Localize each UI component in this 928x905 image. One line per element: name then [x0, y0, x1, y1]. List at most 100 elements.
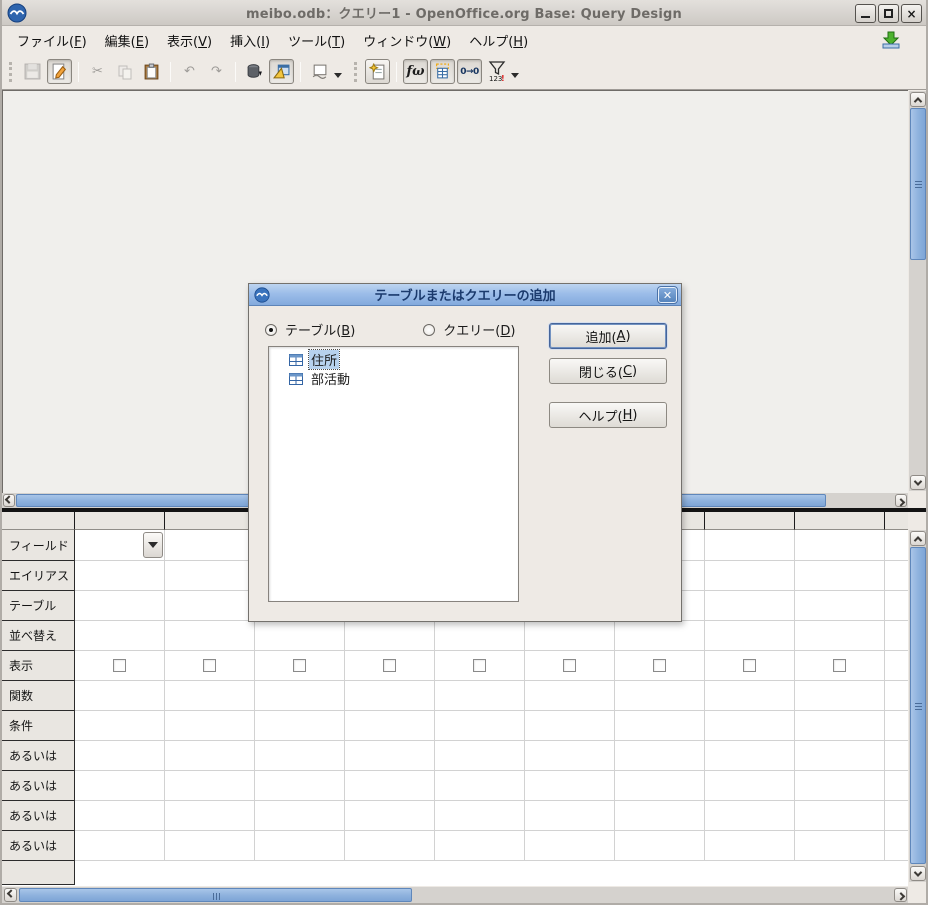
grid-cell[interactable] — [435, 681, 525, 711]
table-name-icon[interactable] — [430, 59, 455, 84]
field-dropdown-icon[interactable] — [143, 532, 163, 558]
scroll-thumb[interactable] — [910, 547, 926, 864]
grid-cell[interactable] — [705, 831, 795, 861]
edit-icon[interactable] — [47, 59, 72, 84]
grid-cell[interactable] — [615, 771, 705, 801]
grid-cell[interactable] — [885, 711, 908, 741]
grid-cell[interactable] — [705, 741, 795, 771]
grid-cell[interactable] — [885, 831, 908, 861]
visible-checkbox[interactable] — [293, 659, 306, 672]
radio-queries[interactable] — [423, 323, 436, 336]
visible-checkbox[interactable] — [113, 659, 126, 672]
scroll-thumb[interactable] — [910, 108, 926, 260]
grid-cell[interactable] — [795, 621, 885, 651]
grid-cell[interactable] — [525, 771, 615, 801]
cut-icon[interactable]: ✂ — [85, 59, 110, 84]
window-titlebar[interactable]: meibo.odb：クエリー1 - OpenOffice.org Base: Q… — [2, 0, 926, 26]
grid-horizontal-scrollbar[interactable] — [2, 887, 908, 903]
scroll-right-button[interactable] — [895, 494, 907, 507]
visible-checkbox[interactable] — [203, 659, 216, 672]
grid-cell[interactable] — [345, 801, 435, 831]
maximize-button[interactable] — [878, 4, 899, 23]
grid-cell[interactable] — [345, 621, 435, 651]
grid-cell[interactable] — [885, 591, 908, 621]
grid-cell[interactable] — [435, 621, 525, 651]
radio-queries-label[interactable]: クエリー(D) — [443, 320, 515, 339]
scroll-up-button[interactable] — [910, 92, 926, 107]
grid-cell[interactable] — [435, 831, 525, 861]
grid-cell[interactable] — [345, 831, 435, 861]
minimize-button[interactable] — [855, 4, 876, 23]
grid-cell[interactable] — [615, 651, 705, 681]
functions-icon[interactable]: fω — [403, 59, 428, 84]
grid-cell[interactable] — [525, 681, 615, 711]
menu-insert[interactable]: 挿入(I) — [221, 27, 279, 54]
grid-cell[interactable] — [705, 591, 795, 621]
radio-tables-label[interactable]: テーブル(B) — [285, 320, 355, 339]
grid-cell[interactable] — [255, 801, 345, 831]
visible-checkbox[interactable] — [563, 659, 576, 672]
list-item[interactable]: 部活動 — [269, 369, 518, 388]
radio-tables[interactable] — [265, 323, 277, 336]
grid-cell[interactable] — [525, 711, 615, 741]
grid-cell[interactable] — [75, 741, 165, 771]
visible-checkbox[interactable] — [653, 659, 666, 672]
paste-icon[interactable] — [139, 59, 164, 84]
grid-cell[interactable] — [615, 741, 705, 771]
help-button[interactable]: ヘルプ(H) — [549, 402, 667, 428]
grid-cell[interactable] — [345, 681, 435, 711]
grid-cell[interactable] — [75, 561, 165, 591]
grid-cell[interactable] — [525, 831, 615, 861]
grid-cell[interactable] — [345, 771, 435, 801]
grid-cell[interactable] — [525, 801, 615, 831]
grid-cell[interactable] — [165, 771, 255, 801]
grid-cell[interactable] — [165, 681, 255, 711]
load-url-icon[interactable] — [876, 28, 906, 52]
list-item[interactable]: 住所 — [269, 349, 518, 370]
grid-cell[interactable] — [525, 741, 615, 771]
grid-cell[interactable] — [435, 771, 525, 801]
run-query-icon[interactable] — [242, 59, 267, 84]
visible-checkbox[interactable] — [743, 659, 756, 672]
grid-cell[interactable] — [75, 801, 165, 831]
grid-cell[interactable] — [345, 711, 435, 741]
grid-cell[interactable] — [525, 651, 615, 681]
menu-help[interactable]: ヘルプ(H) — [460, 27, 537, 54]
grid-cell[interactable] — [615, 801, 705, 831]
grid-cell[interactable] — [435, 711, 525, 741]
grid-cell[interactable] — [795, 530, 885, 561]
grid-cell[interactable] — [75, 591, 165, 621]
grid-cell[interactable] — [255, 741, 345, 771]
add-table-icon[interactable] — [365, 59, 390, 84]
grid-cell[interactable] — [75, 530, 165, 561]
grid-column-header[interactable] — [705, 512, 795, 530]
close-button[interactable]: × — [901, 4, 922, 23]
grid-cell[interactable] — [255, 831, 345, 861]
toolbar-grip[interactable] — [354, 61, 359, 82]
scroll-up-button[interactable] — [910, 531, 926, 546]
add-button[interactable]: 追加(A) — [549, 323, 667, 349]
grid-cell[interactable] — [165, 621, 255, 651]
dialog-close-icon[interactable]: ✕ — [657, 286, 678, 304]
grid-cell[interactable] — [165, 741, 255, 771]
grid-cell[interactable] — [345, 651, 435, 681]
scroll-down-button[interactable] — [910, 475, 926, 490]
grid-cell[interactable] — [75, 771, 165, 801]
copy-icon[interactable] — [112, 59, 137, 84]
grid-cell[interactable] — [615, 831, 705, 861]
grid-cell[interactable] — [255, 651, 345, 681]
grid-cell[interactable] — [795, 711, 885, 741]
grid-cell[interactable] — [705, 651, 795, 681]
grid-cell[interactable] — [885, 621, 908, 651]
alias-icon[interactable]: 0→0 — [457, 59, 482, 84]
grid-cell[interactable] — [165, 801, 255, 831]
menu-window[interactable]: ウィンドウ(W) — [354, 27, 460, 54]
grid-cell[interactable] — [345, 741, 435, 771]
grid-cell[interactable] — [615, 681, 705, 711]
distinct-dropdown-icon[interactable] — [510, 59, 519, 84]
grid-cell[interactable] — [255, 771, 345, 801]
grid-cell[interactable] — [615, 621, 705, 651]
clear-query-dropdown-icon[interactable] — [333, 59, 342, 84]
table-list[interactable]: 住所 部活動 — [268, 346, 519, 602]
grid-cell[interactable] — [525, 621, 615, 651]
